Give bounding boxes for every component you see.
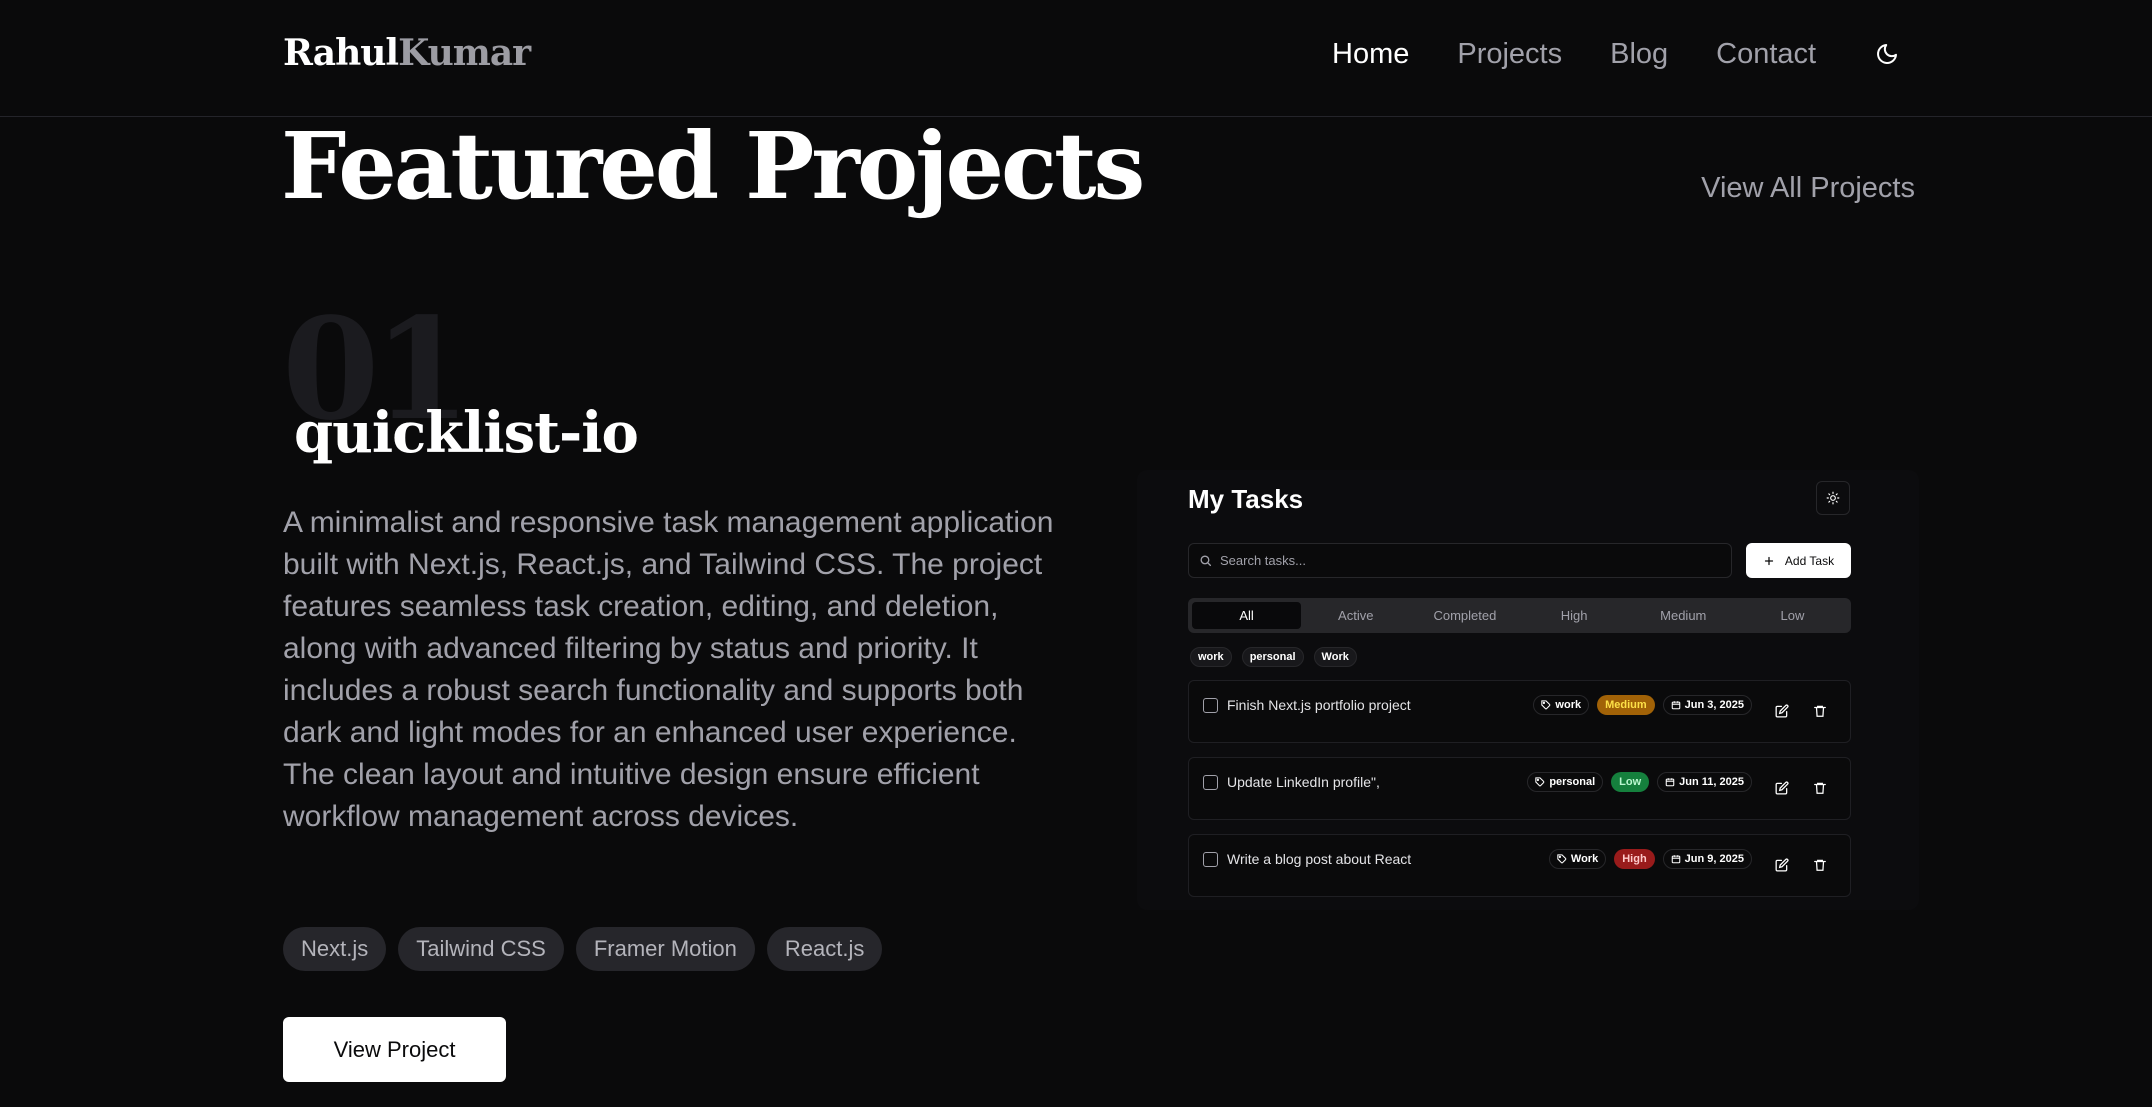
task-category: Work xyxy=(1548,849,1607,869)
main-nav: Home Projects Blog Contact xyxy=(1332,38,1816,71)
filter-tab-low: Low xyxy=(1780,608,1805,623)
tech-tags: Next.js Tailwind CSS Framer Motion React… xyxy=(283,927,883,971)
tech-tag: Tailwind CSS xyxy=(398,927,564,971)
view-project-button[interactable]: View Project xyxy=(283,1017,506,1082)
edit-icon xyxy=(1774,857,1790,873)
nav-home[interactable]: Home xyxy=(1332,38,1409,71)
task-actions xyxy=(1774,857,1828,873)
filter-tab-medium: Medium xyxy=(1660,608,1707,623)
preview-filter-tabs: All Active Completed High Medium Low xyxy=(1188,598,1851,633)
tag-icon xyxy=(1557,854,1567,864)
task-priority-badge: Low xyxy=(1611,772,1650,792)
nav-contact[interactable]: Contact xyxy=(1716,38,1816,71)
task-due-date: Jun 11, 2025 xyxy=(1657,772,1752,792)
task-checkbox xyxy=(1203,775,1218,790)
nav-blog[interactable]: Blog xyxy=(1610,38,1668,71)
task-date-label: Jun 9, 2025 xyxy=(1684,853,1744,865)
edit-icon xyxy=(1774,703,1790,719)
task-category: work xyxy=(1533,695,1590,715)
filter-tab-completed: Completed xyxy=(1433,608,1497,623)
navbar: RahulKumar Home Projects Blog Contact xyxy=(0,0,2152,117)
task-category-label: Work xyxy=(1570,853,1599,865)
search-icon xyxy=(1200,555,1212,567)
preview-add-task-button: Add Task xyxy=(1746,543,1851,578)
logo-first-name: Rahul xyxy=(283,32,399,74)
tech-tag: Framer Motion xyxy=(575,927,755,971)
task-row: Update LinkedIn profile", personal Low J… xyxy=(1188,757,1851,820)
category-chip: work xyxy=(1190,647,1232,667)
category-chip: personal xyxy=(1241,647,1304,667)
preview-category-chips: work personal Work xyxy=(1190,647,1357,667)
calendar-icon xyxy=(1665,778,1675,787)
theme-toggle-button[interactable] xyxy=(1872,39,1902,69)
sun-icon xyxy=(1826,491,1840,505)
task-date-label: Jun 11, 2025 xyxy=(1679,776,1744,788)
task-actions xyxy=(1774,780,1828,796)
task-text: Finish Next.js portfolio project xyxy=(1227,697,1411,713)
calendar-icon xyxy=(1671,701,1680,710)
task-checkbox xyxy=(1203,698,1218,713)
preview-search-box xyxy=(1188,543,1732,578)
trash-icon xyxy=(1812,857,1828,873)
project-description: A minimalist and responsive task managem… xyxy=(283,506,1054,833)
task-due-date: Jun 9, 2025 xyxy=(1662,849,1752,869)
plus-icon xyxy=(1764,556,1774,565)
task-date-label: Jun 3, 2025 xyxy=(1684,699,1744,711)
nav-projects[interactable]: Projects xyxy=(1457,38,1562,71)
task-priority-badge: High xyxy=(1614,849,1655,869)
task-meta: personal Low Jun 11, 2025 xyxy=(1527,772,1752,792)
view-all-projects-link[interactable]: View All Projects xyxy=(1701,172,1915,205)
tag-icon xyxy=(1535,777,1545,787)
add-task-label: Add Task xyxy=(1784,553,1835,568)
tech-tag: Next.js xyxy=(283,927,387,971)
trash-icon xyxy=(1812,780,1828,796)
task-meta: Work High Jun 9, 2025 xyxy=(1548,849,1752,869)
trash-icon xyxy=(1812,703,1828,719)
task-actions xyxy=(1774,703,1828,719)
filter-tab-all: All xyxy=(1192,602,1302,629)
edit-icon xyxy=(1774,780,1790,796)
task-text: Update LinkedIn profile", xyxy=(1227,774,1380,790)
preview-search-input xyxy=(1220,553,1700,568)
project-title: quicklist-io xyxy=(294,400,639,466)
section-title: Featured Projects xyxy=(281,112,1145,220)
task-row: Finish Next.js portfolio project work Me… xyxy=(1188,680,1851,743)
task-meta: work Medium Jun 3, 2025 xyxy=(1533,695,1752,715)
filter-tab-high: High xyxy=(1560,608,1588,623)
preview-theme-button xyxy=(1816,481,1850,515)
task-checkbox xyxy=(1203,852,1218,867)
task-category: personal xyxy=(1527,772,1604,792)
filter-tab-active: Active xyxy=(1338,608,1374,623)
task-category-label: work xyxy=(1555,699,1582,711)
task-category-label: personal xyxy=(1549,776,1596,788)
category-chip: Work xyxy=(1313,647,1357,667)
site-logo[interactable]: RahulKumar xyxy=(283,32,531,74)
task-text: Write a blog post about React xyxy=(1227,851,1412,867)
task-priority-badge: Medium xyxy=(1597,695,1655,715)
logo-last-name: Kumar xyxy=(398,32,531,74)
preview-app-title: My Tasks xyxy=(1188,484,1304,514)
moon-icon xyxy=(1877,44,1897,64)
task-row: Write a blog post about React Work High … xyxy=(1188,834,1851,897)
task-due-date: Jun 3, 2025 xyxy=(1662,695,1752,715)
calendar-icon xyxy=(1671,855,1680,864)
tech-tag: React.js xyxy=(766,927,883,971)
tag-icon xyxy=(1541,700,1551,710)
